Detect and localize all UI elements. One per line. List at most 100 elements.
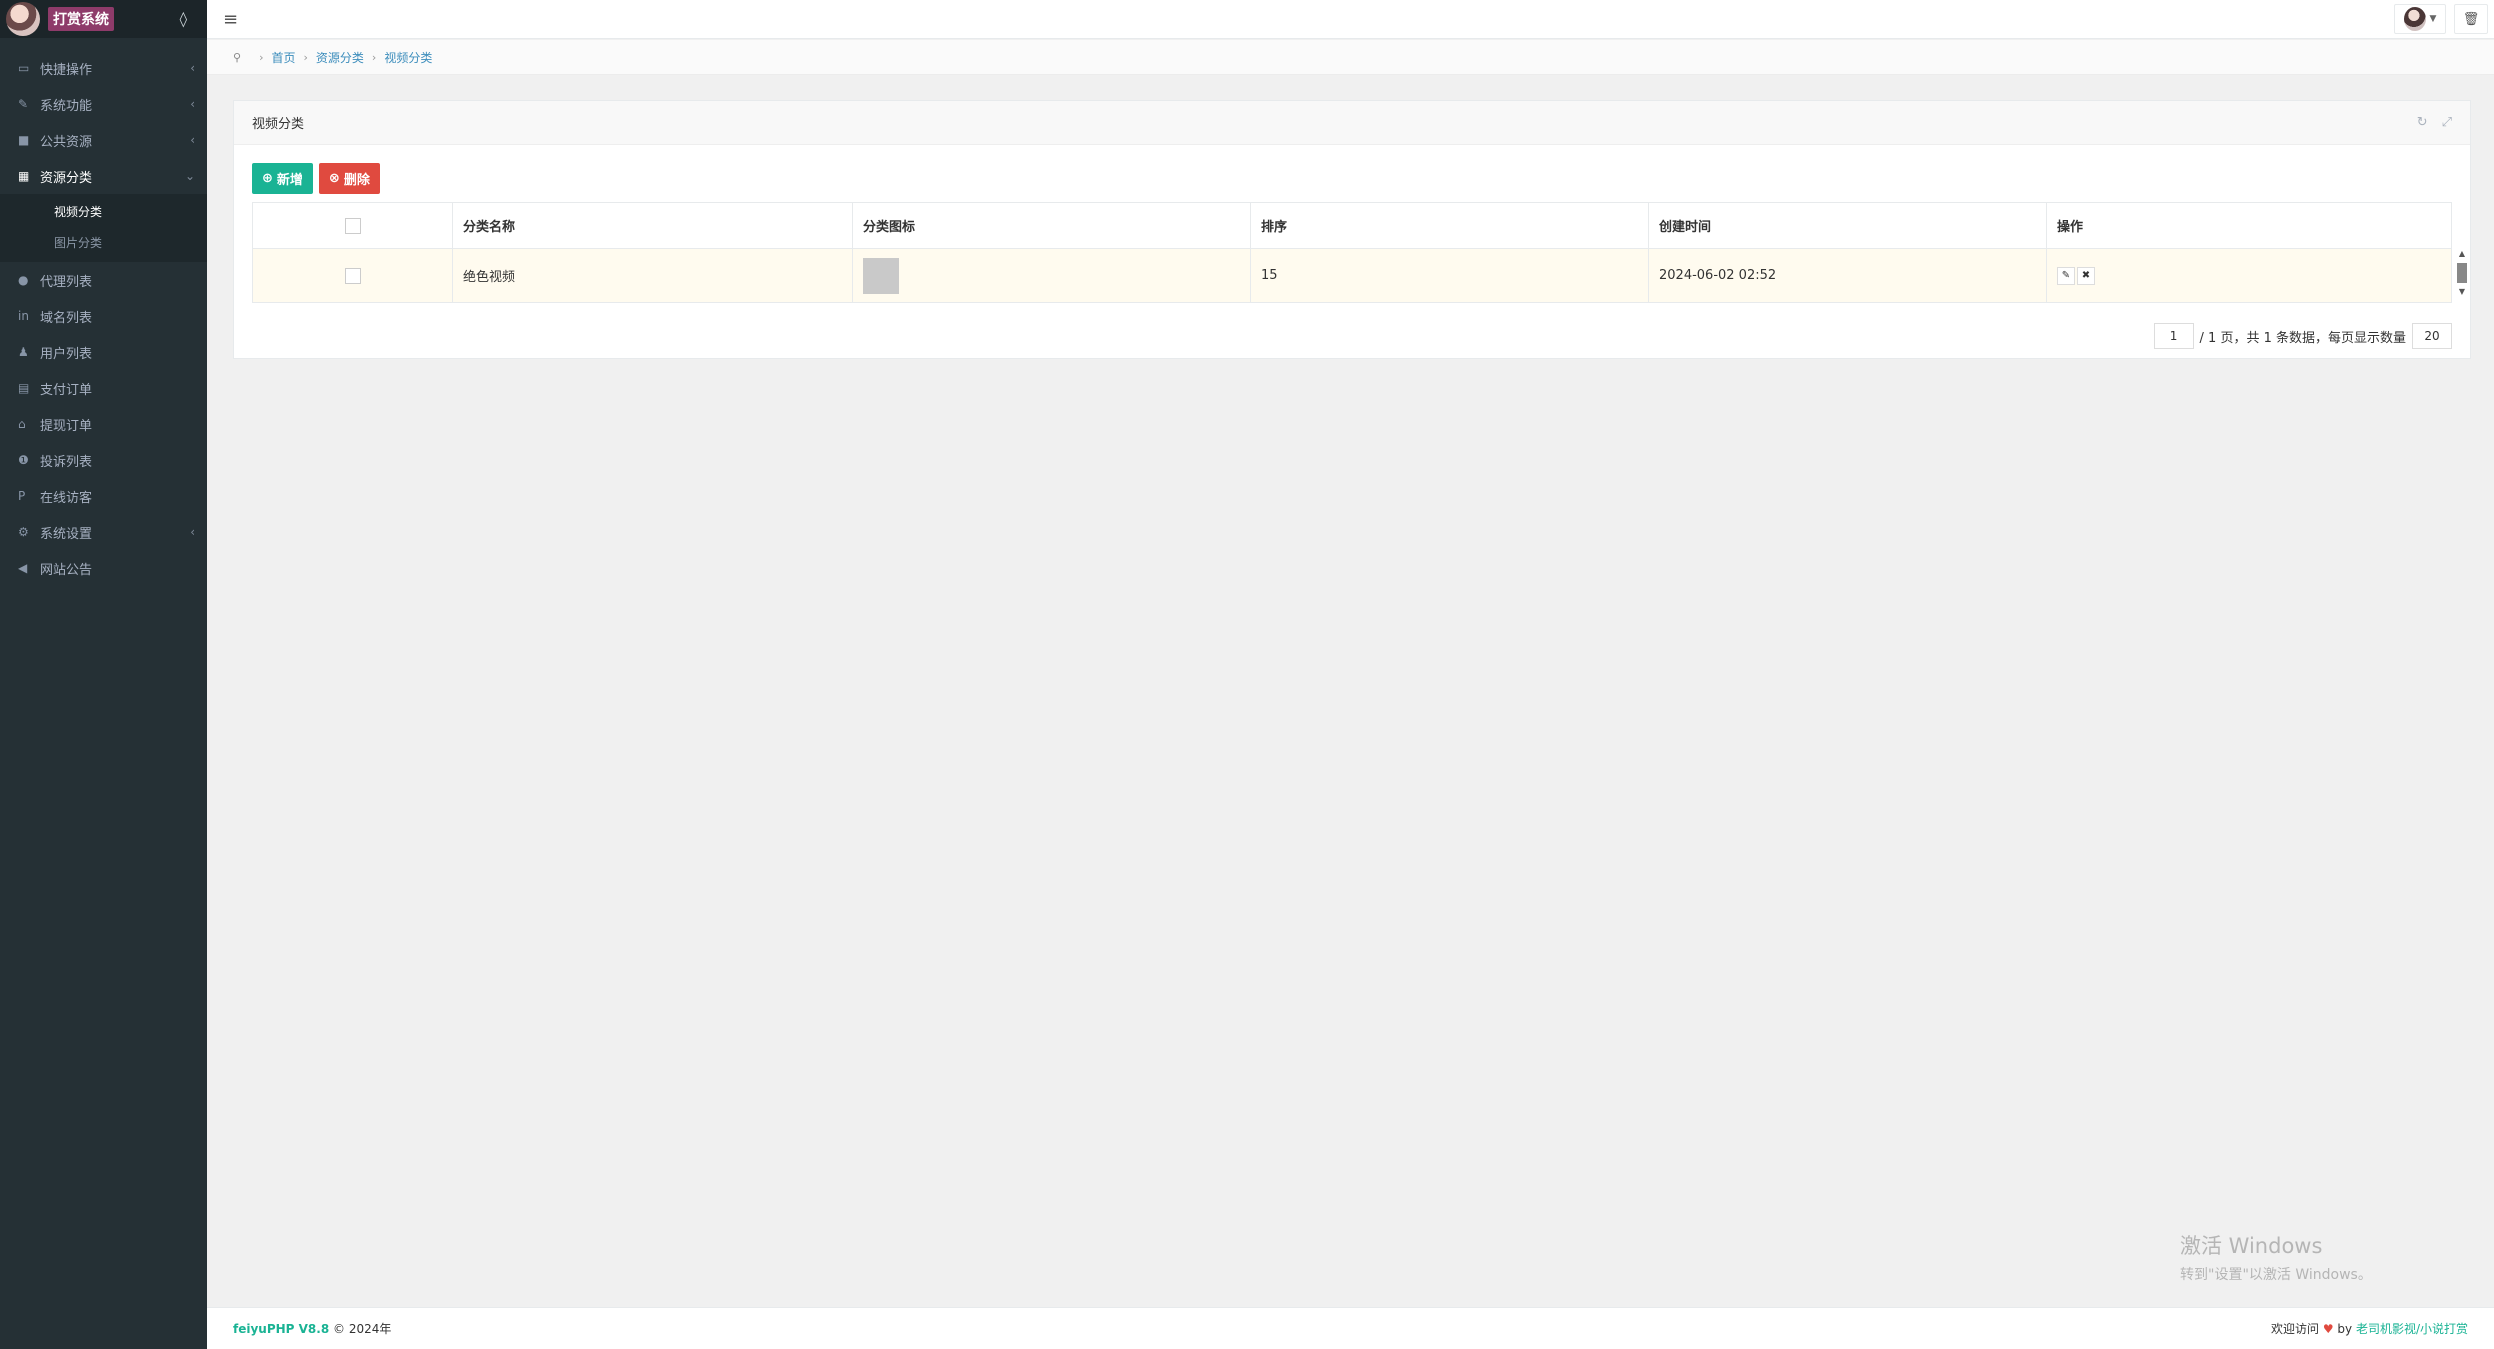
breadcrumb-section[interactable]: 资源分类 [316, 49, 364, 66]
sidebar-item-users[interactable]: ♟ 用户列表 [0, 334, 207, 370]
sidebar-item-system-functions[interactable]: ✎ 系统功能 ‹ [0, 86, 207, 122]
bank-icon: ⌂ [18, 417, 26, 431]
folder-icon: ▭ [18, 61, 30, 75]
fullscreen-icon[interactable]: ⤢ [2442, 115, 2452, 130]
clear-cache-button[interactable]: 🗑 [2454, 4, 2488, 34]
sidebar-item-label: 提现订单 [40, 418, 93, 434]
column-header-name[interactable]: 分类名称 [452, 202, 853, 249]
toolbar: ⊕ 新增 ⊗ 删除 [252, 163, 380, 194]
footer-left: feiyuPHP V8.8 © 2024年 [233, 1320, 391, 1337]
map-marker-icon: ⚲ [233, 50, 242, 64]
brand-header: 打赏系统 ◊ [0, 0, 207, 38]
edit-icon[interactable]: ✎ [2057, 266, 2075, 285]
select-all-cell [252, 202, 453, 249]
sidebar-item-resource-categories[interactable]: ▦ 资源分类 ⌄ [0, 158, 207, 194]
row-checkbox[interactable] [344, 267, 361, 284]
cell-sort: 15 [1250, 248, 1649, 303]
user-menu-button[interactable]: ▼ [2394, 4, 2446, 34]
sidebar-item-online-visitors[interactable]: P 在线访客 [0, 478, 207, 514]
footer-welcome: 欢迎访问 [2270, 1322, 2319, 1336]
trash-icon: 🗑 [2462, 11, 2480, 27]
breadcrumb-separator-icon: › [303, 50, 308, 64]
table-row[interactable]: 绝色视频 15 2024-06-02 02:52 ✎ ✖ [252, 248, 2452, 303]
grid-icon: ▦ [18, 169, 30, 183]
cell-icon [852, 248, 1251, 303]
column-header-created[interactable]: 创建时间 [1648, 202, 2047, 249]
sidebar-item-payment-orders[interactable]: ▤ 支付订单 [0, 370, 207, 406]
content-panel: 视频分类 ↻ ⤢ ⊕ 新增 ⊗ 删除 分类名称 分类图标 排序 创建时间 操作 [233, 100, 2471, 359]
bullhorn-icon: ◀ [18, 561, 28, 575]
table-header-row: 分类名称 分类图标 排序 创建时间 操作 [252, 202, 2452, 249]
sidebar-item-label: 域名列表 [40, 310, 93, 326]
caret-down-icon: ▼ [2429, 14, 2437, 24]
sidebar-subitem-video-categories[interactable]: 视频分类 [0, 196, 207, 227]
refresh-icon[interactable]: ↻ [2417, 115, 2428, 130]
column-header-actions: 操作 [2046, 202, 2452, 249]
page-number-input[interactable]: 1 [2153, 323, 2194, 349]
delete-row-icon[interactable]: ✖ [2077, 266, 2095, 285]
sidebar: 打赏系统 ◊ ▭ 快捷操作 ‹ ✎ 系统功能 ‹ ■ 公共资源 ‹ ▦ 资源分类… [0, 0, 207, 1349]
sidebar-item-label: 在线访客 [40, 490, 93, 506]
breadcrumb-home[interactable]: 首页 [271, 49, 295, 66]
chevron-left-icon: ‹ [190, 61, 195, 75]
add-button[interactable]: ⊕ 新增 [252, 163, 313, 194]
scroll-thumb[interactable] [2457, 263, 2467, 283]
gear-icon: ⚙ [18, 525, 29, 539]
sidebar-subitem-image-categories[interactable]: 图片分类 [0, 227, 207, 258]
menu-toggle-icon[interactable]: ≡ [223, 9, 238, 30]
brand-title[interactable]: 打赏系统 [48, 7, 114, 31]
plus-circle-icon: ⊕ [262, 171, 273, 186]
sidebar-item-quick-actions[interactable]: ▭ 快捷操作 ‹ [0, 50, 207, 86]
breadcrumb-separator-icon: › [371, 50, 377, 64]
panel-header: 视频分类 ↻ ⤢ [234, 101, 2470, 145]
footer-copyright: © 2024年 [333, 1322, 392, 1336]
pagination: 1 / 1 页，共 1 条数据，每页显示数量 20 [2153, 323, 2452, 349]
sidebar-item-label: 系统设置 [40, 526, 93, 542]
scroll-down-icon[interactable]: ▼ [2459, 287, 2465, 297]
cell-name: 绝色视频 [452, 248, 853, 303]
user-icon: ♟ [18, 345, 29, 359]
windows-activation-watermark: 激活 Windows 转到"设置"以激活 Windows。 [2180, 1230, 2372, 1284]
sidebar-item-domains[interactable]: in 域名列表 [0, 298, 207, 334]
sidebar-item-label: 网站公告 [40, 562, 93, 578]
chevron-left-icon: ‹ [190, 97, 195, 111]
column-header-icon[interactable]: 分类图标 [852, 202, 1251, 249]
sidebar-item-label: 用户列表 [40, 346, 93, 362]
sidebar-item-label: 代理列表 [40, 274, 93, 290]
breadcrumb: ⚲ › 首页 › 资源分类 › 视频分类 [207, 40, 2494, 75]
sidebar-item-label: 公共资源 [40, 134, 93, 150]
chevron-down-icon: ⌄ [184, 169, 195, 183]
page-size-input[interactable]: 20 [2412, 323, 2452, 349]
sidebar-item-announcements[interactable]: ◀ 网站公告 [0, 550, 207, 586]
footer-right: 欢迎访问 ♥ by 老司机影视/小说打赏 [2271, 1320, 2468, 1337]
users-icon: ● [18, 273, 29, 287]
panel-tools: ↻ ⤢ [2417, 115, 2452, 130]
delete-button[interactable]: ⊗ 删除 [318, 163, 380, 194]
row-select-cell [252, 248, 453, 303]
sidebar-item-system-settings[interactable]: ⚙ 系统设置 ‹ [0, 514, 207, 550]
video-icon: ■ [18, 133, 30, 147]
breadcrumb-current[interactable]: 视频分类 [384, 49, 432, 66]
sidebar-item-withdraw-orders[interactable]: ⌂ 提现订单 [0, 406, 207, 442]
droplet-icon[interactable]: ◊ [180, 10, 187, 28]
sidebar-menu: ▭ 快捷操作 ‹ ✎ 系统功能 ‹ ■ 公共资源 ‹ ▦ 资源分类 ⌄ 视频分类… [0, 50, 207, 586]
data-table: 分类名称 分类图标 排序 创建时间 操作 绝色视频 15 2024-06-02 … [252, 202, 2452, 303]
heart-icon: ♥ [2322, 1322, 2334, 1336]
sidebar-item-agents[interactable]: ● 代理列表 [0, 262, 207, 298]
footer-link[interactable]: 老司机影视/小说打赏 [2356, 1322, 2468, 1336]
calculator-icon: ▤ [18, 381, 30, 395]
info-icon: ❶ [18, 453, 29, 467]
sidebar-item-label: 快捷操作 [40, 62, 93, 78]
add-button-label: 新增 [276, 173, 303, 188]
column-header-sort[interactable]: 排序 [1250, 202, 1649, 249]
sidebar-item-label: 投诉列表 [40, 454, 93, 470]
table-scrollbar[interactable]: ▲ ▼ [2456, 249, 2468, 305]
sidebar-item-complaints[interactable]: ❶ 投诉列表 [0, 442, 207, 478]
linkedin-icon: in [18, 309, 29, 323]
scroll-up-icon[interactable]: ▲ [2459, 249, 2465, 259]
select-all-checkbox[interactable] [344, 217, 361, 234]
footer: feiyuPHP V8.8 © 2024年 欢迎访问 ♥ by 老司机影视/小说… [207, 1307, 2494, 1349]
category-thumbnail[interactable] [863, 257, 899, 294]
brand-avatar [6, 2, 40, 36]
sidebar-item-public-resources[interactable]: ■ 公共资源 ‹ [0, 122, 207, 158]
